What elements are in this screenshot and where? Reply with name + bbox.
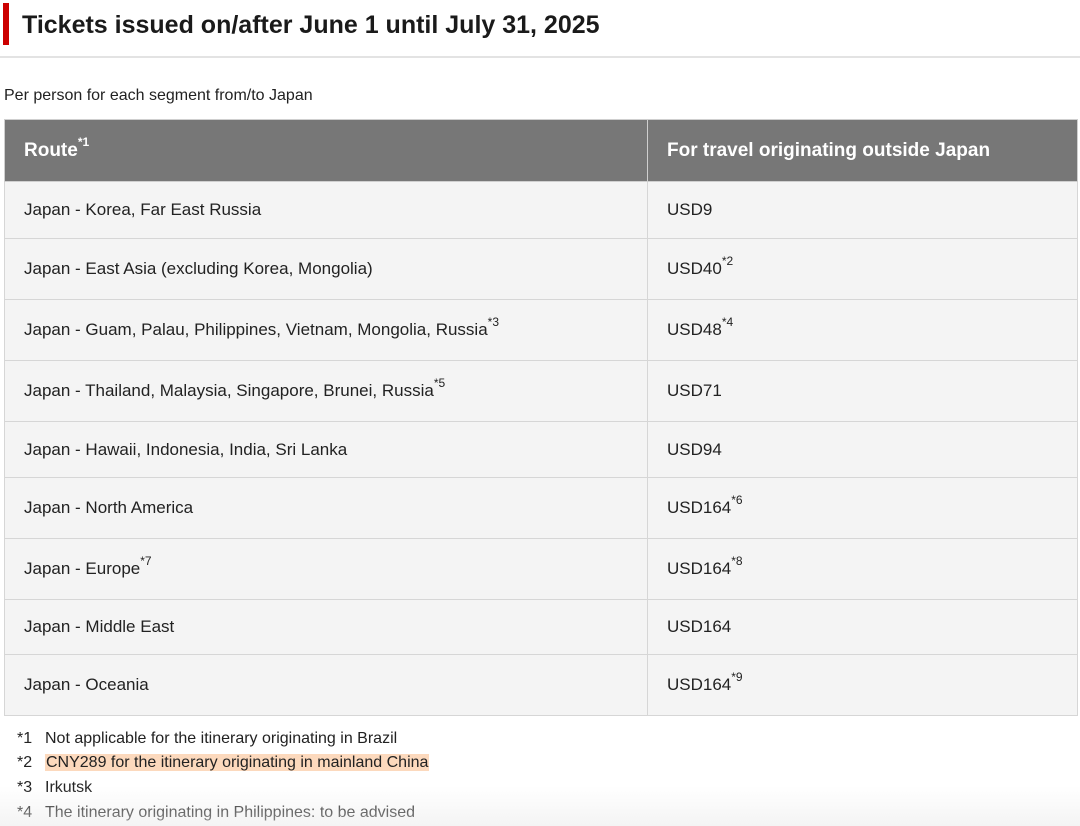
heading-accent-bar xyxy=(3,3,9,45)
footnote-mark: *4 xyxy=(17,804,33,821)
table-row: Japan - Guam, Palau, Philippines, Vietna… xyxy=(4,299,1078,361)
footnote-item: *3 Irkutsk xyxy=(17,776,92,800)
footnote-ref: *4 xyxy=(721,315,734,330)
fare-text: USD71 xyxy=(667,381,722,400)
footnote-text: Not applicable for the itinerary origina… xyxy=(45,730,398,747)
footnote-item: *1 Not applicable for the itinerary origi… xyxy=(17,727,397,751)
fare-table: Route*1 For travel originating outside J… xyxy=(4,119,1078,716)
fare-cell: USD94 xyxy=(647,421,1078,478)
fare-cell: USD71 xyxy=(647,360,1078,422)
route-text: Japan - Guam, Palau, Philippines, Vietna… xyxy=(24,320,488,339)
route-text: Japan - Oceania xyxy=(24,675,149,694)
fare-text: USD40 xyxy=(667,259,722,278)
fare-text: USD9 xyxy=(667,200,713,219)
footnote-ref: *5 xyxy=(433,376,446,391)
route-cell: Japan - Thailand, Malaysia, Singapore, B… xyxy=(4,360,648,422)
route-cell: Japan - North America xyxy=(4,477,648,539)
fare-cell: USD164 xyxy=(647,599,1078,655)
footnote-ref: *1 xyxy=(77,135,90,150)
route-text: Japan - Korea, Far East Russia xyxy=(24,200,262,219)
table-header-row: Route*1 For travel originating outside J… xyxy=(4,119,1078,182)
fare-text: USD164 xyxy=(667,675,732,694)
table-row: Japan - Oceania USD164*9 xyxy=(4,654,1078,716)
fare-cell: USD164*8 xyxy=(647,538,1078,600)
route-text: Japan - East Asia (excluding Korea, Mong… xyxy=(24,259,373,278)
footnote-ref: *2 xyxy=(721,254,734,269)
footnote-mark: *1 xyxy=(17,730,33,747)
route-cell: Japan - Middle East xyxy=(4,599,648,655)
table-caption: Per person for each segment from/to Japa… xyxy=(4,87,313,104)
route-cell: Japan - Guam, Palau, Philippines, Vietna… xyxy=(4,299,648,361)
section-heading: Tickets issued on/after June 1 until Jul… xyxy=(0,0,1080,58)
page-title: Tickets issued on/after June 1 until Jul… xyxy=(22,11,600,39)
route-text: Japan - Middle East xyxy=(24,617,175,636)
fare-cell: USD40*2 xyxy=(647,238,1078,300)
route-text: Japan - Europe xyxy=(24,559,141,578)
table-row: Japan - Europe*7 USD164*8 xyxy=(4,538,1078,600)
table-row: Japan - East Asia (excluding Korea, Mong… xyxy=(4,238,1078,300)
fare-text: USD164 xyxy=(667,559,732,578)
fare-cell: USD9 xyxy=(647,181,1078,239)
column-header-label: For travel originating outside Japan xyxy=(667,139,991,161)
route-cell: Japan - Europe*7 xyxy=(4,538,648,600)
footnote-ref: *9 xyxy=(731,670,743,685)
table-row: Japan - Middle East USD164 xyxy=(4,599,1078,655)
column-header-route: Route*1 xyxy=(4,119,648,182)
route-cell: Japan - East Asia (excluding Korea, Mong… xyxy=(4,238,648,300)
route-cell: Japan - Hawaii, Indonesia, India, Sri La… xyxy=(4,421,648,478)
route-cell: Japan - Korea, Far East Russia xyxy=(4,181,648,239)
table-row: Japan - North America USD164*6 xyxy=(4,477,1078,539)
route-cell: Japan - Oceania xyxy=(4,654,648,716)
column-header-label: Route xyxy=(24,139,78,161)
table-row: Japan - Korea, Far East Russia USD9 xyxy=(4,181,1078,239)
column-header-fare: For travel originating outside Japan xyxy=(647,119,1078,182)
route-text: Japan - Thailand, Malaysia, Singapore, B… xyxy=(24,381,434,400)
table-row: Japan - Thailand, Malaysia, Singapore, B… xyxy=(4,360,1078,422)
fare-cell: USD164*9 xyxy=(647,654,1078,716)
footnote-ref: *7 xyxy=(140,554,152,569)
footnote-item: *4 The itinerary originating in Philippin… xyxy=(17,801,415,825)
table-row: Japan - Hawaii, Indonesia, India, Sri La… xyxy=(4,421,1078,478)
fare-text: USD94 xyxy=(667,439,722,459)
route-text: Japan - North America xyxy=(24,498,194,517)
footnote-text: Irkutsk xyxy=(45,779,93,796)
footnote-item: *2 CNY289 for the itinerary originating i… xyxy=(17,751,430,775)
footnote-ref: *3 xyxy=(487,315,500,330)
footnote-text: The itinerary originating in Philippines… xyxy=(45,804,415,821)
fare-text: USD164 xyxy=(667,498,732,517)
fare-cell: USD164*6 xyxy=(647,477,1078,539)
footnote-ref: *8 xyxy=(731,554,743,569)
footnote-mark: *2 xyxy=(17,754,33,771)
fare-text: USD164 xyxy=(667,617,732,636)
footnote-text-highlighted: CNY289 for the itinerary originating in … xyxy=(45,754,430,771)
fare-text: USD48 xyxy=(667,320,722,339)
footnote-ref: *6 xyxy=(731,493,743,508)
fare-cell: USD48*4 xyxy=(647,299,1078,361)
footnote-mark: *3 xyxy=(17,779,33,796)
route-text: Japan - Hawaii, Indonesia, India, Sri La… xyxy=(24,439,348,459)
